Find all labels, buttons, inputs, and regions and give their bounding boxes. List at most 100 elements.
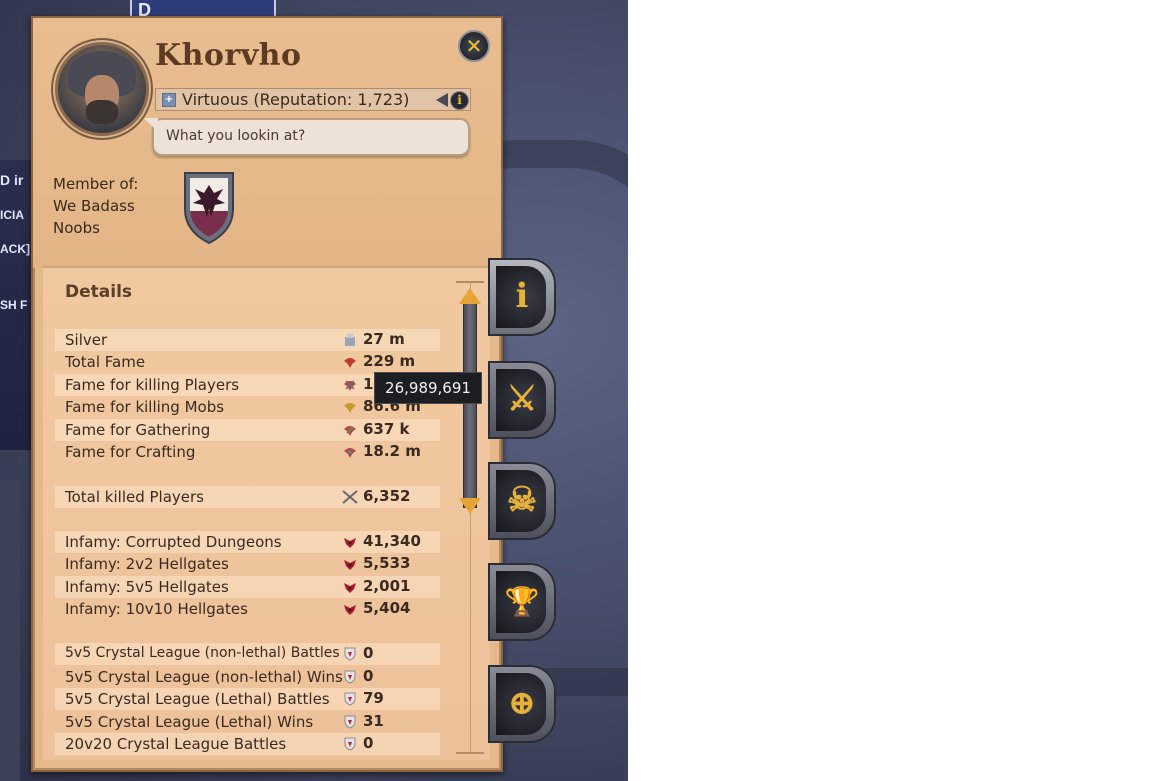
background-text-2: ICIA: [0, 208, 24, 222]
crystal-league-icon: [344, 715, 356, 729]
crossed-swords-icon: ⚔: [506, 379, 538, 419]
details-section[interactable]: Details Silver 27 m Total Fame 229 m Fam…: [43, 266, 490, 760]
stat-value: 5,404: [363, 599, 411, 617]
portrait-beard: [86, 100, 118, 124]
crystal-league-icon: [344, 692, 356, 706]
stat-row: Fame for Gathering 637 k: [55, 419, 440, 441]
stat-value: 27 m: [363, 330, 405, 348]
stat-label: Fame for Gathering: [65, 421, 211, 439]
crystal-league-icon: [344, 670, 356, 684]
scrollbar-cap-bottom: [456, 752, 484, 754]
stat-row: Infamy: 10v10 Hellgates 5,404: [55, 598, 440, 620]
crystal-league-icon: [344, 737, 356, 751]
crafting-fame-icon: [344, 448, 356, 458]
stat-row: Total Fame 229 m: [55, 351, 440, 373]
background-text-1: D ir: [0, 172, 24, 188]
close-icon: ✕: [465, 34, 483, 58]
guild-name-line1[interactable]: We Badass: [53, 195, 163, 217]
pvp-fame-icon: [344, 380, 356, 391]
stat-label: Infamy: 2v2 Hellgates: [65, 555, 229, 573]
reputation-plus-icon: +: [162, 93, 176, 107]
stat-label: Fame for Crafting: [65, 443, 196, 461]
stat-row: Total killed Players 6,352: [55, 486, 440, 508]
stat-value: 79: [363, 689, 384, 707]
stat-value: 0: [363, 734, 374, 752]
stat-label: 20v20 Crystal League Battles: [65, 735, 287, 753]
stat-row: 5v5 Crystal League (Lethal) Battles 79: [55, 688, 440, 710]
stat-row: Infamy: 5v5 Hellgates 2,001: [55, 576, 440, 598]
silver-icon: [345, 334, 355, 346]
player-name: Khorvho: [155, 38, 302, 73]
infamy-icon: [344, 560, 356, 570]
details-title: Details: [65, 282, 133, 302]
crystal-league-icon: [344, 647, 356, 661]
reputation-bar: + Virtuous (Reputation: 1,723) i: [155, 88, 471, 111]
info-icon: i: [450, 91, 469, 110]
infamy-icon: [344, 605, 356, 615]
reputation-text: Virtuous (Reputation: 1,723): [182, 90, 410, 109]
stat-label: Total Fame: [65, 353, 146, 371]
quote-bubble: What you lookin at?: [144, 118, 470, 156]
stat-label: Silver: [65, 331, 108, 349]
scroll-up-arrow-icon[interactable]: [459, 288, 481, 304]
profile-header: Khorvho ✕ + Virtuous (Reputation: 1,723)…: [33, 18, 501, 268]
guild-name-line2[interactable]: Noobs: [53, 217, 163, 239]
stat-value: 6,352: [363, 487, 411, 505]
stat-row: Fame for Crafting 18.2 m: [55, 441, 440, 463]
guild-war-tab[interactable]: ⊕: [488, 665, 556, 743]
achievements-tab[interactable]: 🏆: [488, 563, 556, 641]
arrow-left-icon: [436, 93, 448, 107]
background-left-signage: D ir ICIA ACK] SH F: [0, 160, 34, 450]
stat-label: Total killed Players: [65, 488, 204, 506]
background-text-4: SH F: [0, 298, 28, 312]
info-icon: i: [515, 276, 529, 316]
kills-tab[interactable]: ☠: [488, 462, 556, 540]
globe-swords-icon: ⊕: [507, 683, 537, 723]
guild-membership: Member of: We Badass Noobs: [53, 173, 163, 239]
stat-value: 41,340: [363, 532, 421, 550]
quote-text: What you lookin at?: [166, 128, 306, 144]
background-left-wall: [0, 480, 20, 781]
combat-tab[interactable]: ⚔: [488, 361, 556, 439]
guild-crest-icon[interactable]: [181, 169, 237, 245]
stat-value: 0: [363, 667, 374, 685]
skull-icon: ☠: [506, 480, 538, 520]
stat-row: Infamy: Corrupted Dungeons 41,340: [55, 531, 440, 553]
pve-fame-icon: [344, 403, 356, 413]
stat-value: 31: [363, 712, 384, 730]
member-of-label: Member of:: [53, 175, 139, 193]
stat-row: 20v20 Crystal League Battles 0: [55, 733, 440, 755]
crossed-swords-icon: [342, 490, 358, 504]
info-tab[interactable]: i: [488, 258, 556, 336]
stat-value: 18.2 m: [363, 442, 421, 460]
stat-row: 5v5 Crystal League (non-lethal) Wins 0: [55, 666, 440, 688]
close-button[interactable]: ✕: [458, 30, 490, 62]
bubble-tail: [144, 118, 158, 132]
stat-label: Infamy: 5v5 Hellgates: [65, 578, 229, 596]
fame-icon: [344, 358, 356, 368]
stat-label: 5v5 Crystal League (non-lethal) Wins: [65, 668, 343, 686]
stat-label: Infamy: 10v10 Hellgates: [65, 600, 248, 618]
reputation-info-button[interactable]: i: [436, 89, 470, 110]
infamy-icon: [344, 538, 356, 548]
value-tooltip: 26,989,691: [374, 372, 482, 404]
trophy-icon: 🏆: [504, 584, 540, 618]
player-portrait: [55, 42, 149, 136]
infamy-icon: [344, 583, 356, 593]
stat-row: 5v5 Crystal League (Lethal) Wins 31: [55, 711, 440, 733]
stat-value: 0: [363, 644, 374, 662]
stat-label: Infamy: Corrupted Dungeons: [65, 533, 282, 551]
stat-value: 229 m: [363, 352, 416, 370]
stat-row: 5v5 Crystal League (non-lethal) Battles …: [55, 643, 440, 665]
background-text-3: ACK]: [0, 242, 30, 256]
stat-row: Infamy: 2v2 Hellgates 5,533: [55, 553, 440, 575]
stat-label: 5v5 Crystal League (Lethal) Wins: [65, 713, 314, 731]
stat-label: 5v5 Crystal League (Lethal) Battles: [65, 690, 330, 708]
gathering-fame-icon: [344, 426, 356, 436]
scroll-down-arrow-icon[interactable]: [459, 498, 481, 514]
stat-label: 5v5 Crystal League (non-lethal) Battles: [65, 645, 340, 661]
stat-row: Silver 27 m: [55, 329, 440, 351]
stat-value: 5,533: [363, 554, 411, 572]
stat-value: 637 k: [363, 420, 410, 438]
stat-label: Fame for killing Players: [65, 376, 240, 394]
